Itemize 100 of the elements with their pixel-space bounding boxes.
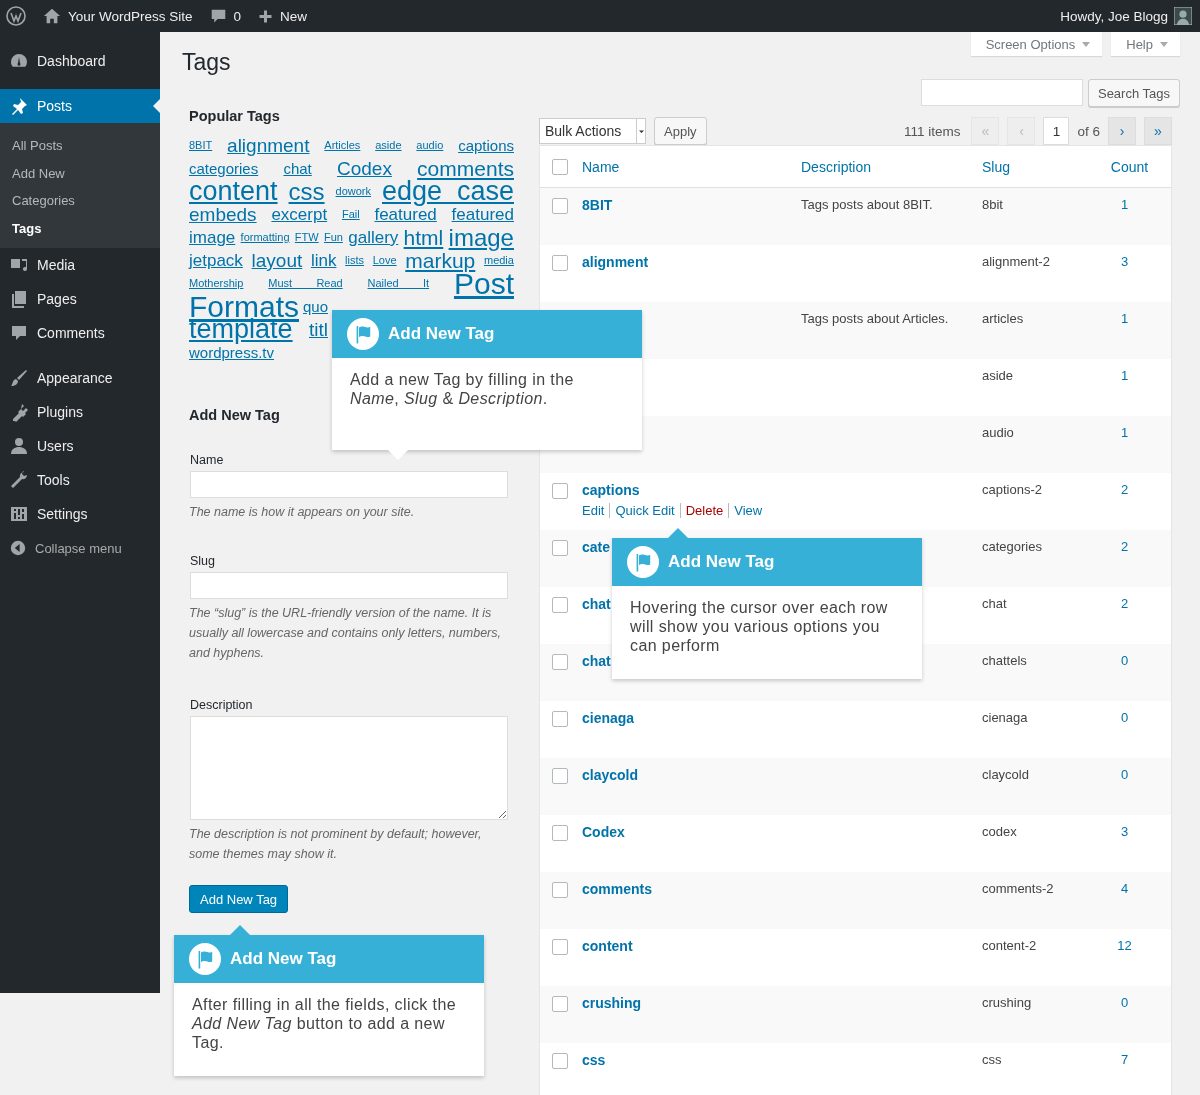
tag-link[interactable]: Articles bbox=[324, 139, 361, 151]
checkbox[interactable] bbox=[552, 768, 568, 784]
column-header[interactable]: Name bbox=[582, 158, 801, 175]
tag-name-link[interactable]: claycold bbox=[582, 767, 801, 783]
screen-tab[interactable]: Screen Options bbox=[970, 32, 1103, 56]
count-link[interactable]: 2 bbox=[1093, 596, 1171, 611]
row-action-link[interactable]: Delete bbox=[679, 503, 724, 518]
tag-name-link[interactable]: 8BIT bbox=[582, 197, 801, 213]
pagination-button[interactable]: › bbox=[1108, 117, 1136, 145]
sidebar-item[interactable]: Appearance bbox=[0, 361, 160, 395]
count-link[interactable]: 0 bbox=[1093, 653, 1171, 668]
tag-link[interactable]: Nailed It bbox=[367, 277, 430, 289]
speech-bubble-icon[interactable] bbox=[209, 7, 227, 25]
tag-link[interactable]: quo bbox=[302, 298, 328, 315]
count-link[interactable]: 3 bbox=[1093, 824, 1171, 839]
count-link[interactable]: 2 bbox=[1093, 539, 1171, 554]
submenu-item[interactable]: Categories bbox=[0, 187, 160, 215]
tag-name-link[interactable]: css bbox=[582, 1052, 801, 1068]
checkbox[interactable] bbox=[552, 540, 568, 556]
count-link[interactable]: 0 bbox=[1093, 995, 1171, 1010]
input-field[interactable] bbox=[190, 572, 508, 599]
count-link[interactable]: 4 bbox=[1093, 881, 1171, 896]
tag-name-link[interactable]: alignment bbox=[582, 254, 801, 270]
count-link[interactable]: 1 bbox=[1093, 425, 1171, 440]
tag-link[interactable]: titl bbox=[309, 319, 328, 340]
submenu-item[interactable]: Tags bbox=[0, 214, 160, 242]
checkbox[interactable] bbox=[552, 939, 568, 955]
count-link[interactable]: 0 bbox=[1093, 710, 1171, 725]
checkbox[interactable] bbox=[552, 255, 568, 271]
tag-link[interactable]: gallery bbox=[348, 228, 399, 247]
tag-link[interactable]: image bbox=[448, 224, 514, 251]
count-link[interactable]: 1 bbox=[1093, 197, 1171, 212]
tag-link[interactable]: lists bbox=[345, 254, 365, 266]
sidebar-item[interactable]: Plugins bbox=[0, 395, 160, 429]
sidebar-item[interactable]: Users bbox=[0, 429, 160, 463]
site-name-link[interactable]: Your WordPress Site bbox=[68, 8, 193, 24]
sidebar-item[interactable]: Tools bbox=[0, 463, 160, 497]
tag-link[interactable]: Codex bbox=[337, 158, 392, 179]
wordpress-logo-icon[interactable] bbox=[6, 6, 26, 26]
apply-button[interactable]: Apply bbox=[654, 117, 707, 145]
sidebar-item[interactable]: Media bbox=[0, 248, 160, 282]
page-number-field[interactable]: 1 bbox=[1043, 117, 1070, 145]
count-link[interactable]: 3 bbox=[1093, 254, 1171, 269]
sidebar-item[interactable]: Pages bbox=[0, 282, 160, 316]
count-link[interactable]: 7 bbox=[1093, 1052, 1171, 1067]
tag-link[interactable]: Love bbox=[372, 254, 397, 266]
row-action-link[interactable]: Edit bbox=[582, 503, 605, 518]
checkbox[interactable] bbox=[552, 597, 568, 613]
submenu-item[interactable]: All Posts bbox=[0, 132, 160, 160]
input-field[interactable] bbox=[190, 471, 508, 498]
tag-link[interactable]: formatting bbox=[240, 231, 290, 243]
tag-link[interactable]: jetpack bbox=[189, 251, 243, 270]
count-link[interactable]: 0 bbox=[1093, 767, 1171, 782]
count-link[interactable]: 1 bbox=[1093, 311, 1171, 326]
tag-name-link[interactable]: crushing bbox=[582, 995, 801, 1011]
count-link[interactable]: 12 bbox=[1093, 938, 1171, 953]
checkbox[interactable] bbox=[552, 996, 568, 1012]
tag-link[interactable]: layout bbox=[251, 250, 303, 271]
checkbox[interactable] bbox=[552, 483, 568, 499]
plus-icon[interactable] bbox=[258, 8, 274, 24]
tag-link[interactable]: FTW bbox=[294, 231, 319, 243]
avatar-icon[interactable] bbox=[1174, 7, 1192, 25]
tag-name-link[interactable]: comments bbox=[582, 881, 801, 897]
tag-link[interactable]: audio bbox=[416, 139, 444, 151]
tag-link[interactable]: Must Read bbox=[268, 277, 343, 289]
checkbox[interactable] bbox=[552, 158, 568, 175]
tag-link[interactable]: markup bbox=[405, 249, 476, 272]
checkbox[interactable] bbox=[552, 882, 568, 898]
column-header[interactable]: Slug bbox=[982, 158, 1093, 175]
tag-link[interactable]: captions bbox=[458, 137, 514, 154]
tag-link[interactable]: chat bbox=[283, 160, 312, 177]
screen-tab[interactable]: Help bbox=[1111, 32, 1180, 56]
submenu-item[interactable]: Add New bbox=[0, 159, 160, 187]
checkbox[interactable] bbox=[552, 654, 568, 670]
textarea-field[interactable] bbox=[190, 716, 508, 820]
comment-count[interactable]: 0 bbox=[233, 8, 242, 24]
tag-link[interactable]: categories bbox=[189, 160, 259, 177]
pagination-button[interactable]: » bbox=[1144, 117, 1172, 145]
tag-link[interactable]: embeds bbox=[189, 204, 257, 225]
column-header[interactable]: Count bbox=[1093, 158, 1171, 175]
column-header[interactable]: Description bbox=[801, 158, 982, 175]
tag-name-link[interactable]: captions bbox=[582, 482, 801, 498]
count-link[interactable]: 1 bbox=[1093, 368, 1171, 383]
tag-link[interactable]: wordpress.tv bbox=[189, 344, 275, 361]
search-field[interactable] bbox=[920, 79, 1083, 106]
tag-name-link[interactable]: cienaga bbox=[582, 710, 801, 726]
tag-link[interactable]: featured bbox=[451, 205, 514, 224]
add-tag-button[interactable]: Add New Tag bbox=[189, 885, 289, 913]
tag-link[interactable]: excerpt bbox=[271, 205, 328, 224]
checkbox[interactable] bbox=[552, 1053, 568, 1069]
row-action-link[interactable]: View bbox=[728, 503, 763, 518]
tag-link[interactable]: html bbox=[403, 226, 444, 249]
tag-link[interactable]: media bbox=[483, 254, 514, 266]
tag-link[interactable]: css bbox=[288, 178, 325, 205]
tag-link[interactable]: Fail bbox=[341, 208, 360, 220]
tag-name-link[interactable]: Codex bbox=[582, 824, 801, 840]
tag-link[interactable]: content bbox=[189, 176, 278, 206]
new-link[interactable]: New bbox=[280, 8, 308, 24]
count-link[interactable]: 2 bbox=[1093, 482, 1171, 497]
bulk-actions-dropdown[interactable]: Bulk Actions bbox=[539, 118, 646, 144]
